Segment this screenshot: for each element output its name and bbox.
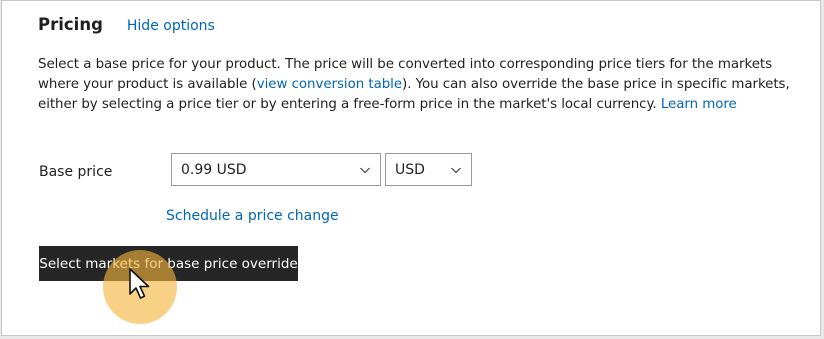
select-markets-override-button[interactable]: Select markets for base price override (39, 246, 298, 281)
learn-more-link[interactable]: Learn more (661, 97, 737, 112)
hide-options-link[interactable]: Hide options (127, 18, 215, 34)
pricing-description: Select a base price for your product. Th… (38, 55, 808, 115)
chevron-down-icon (360, 167, 370, 174)
base-price-value: 0.99 USD (181, 161, 247, 178)
pricing-panel: Pricing Hide options Select a base price… (1, 0, 821, 336)
view-conversion-table-link[interactable]: view conversion table (257, 77, 402, 92)
schedule-price-change-link[interactable]: Schedule a price change (166, 208, 339, 224)
section-title: Pricing (38, 15, 103, 34)
override-button-label: Select markets for base price override (39, 255, 298, 272)
currency-value: USD (395, 161, 425, 178)
base-price-label: Base price (39, 164, 113, 180)
currency-dropdown[interactable]: USD (385, 153, 472, 186)
chevron-down-icon (451, 167, 461, 174)
base-price-dropdown[interactable]: 0.99 USD (171, 153, 381, 186)
pricing-header: Pricing Hide options (38, 15, 215, 34)
